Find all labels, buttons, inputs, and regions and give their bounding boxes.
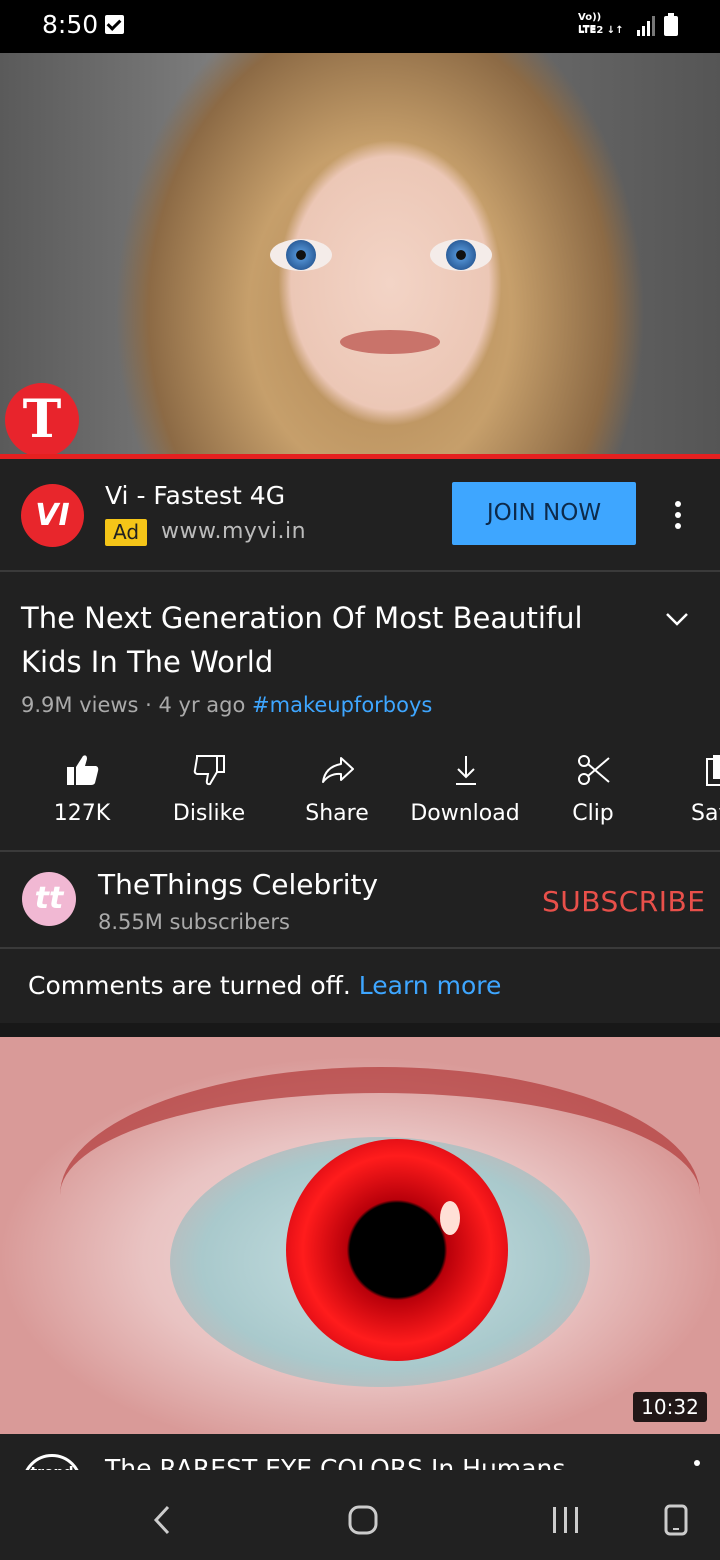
lte2-indicator: LTE2 ↓↑	[578, 25, 624, 36]
like-button[interactable]: 127K	[18, 745, 146, 850]
video-meta: 9.9M views · 4 yr ago #makeupforboys	[21, 693, 432, 717]
dislike-label: Dislike	[172, 801, 246, 826]
share-icon	[322, 757, 354, 783]
ad-logo: VI	[21, 484, 84, 547]
ad-banner[interactable]: VI Vi - Fastest 4G Ad www.myvi.in JOIN N…	[0, 459, 720, 572]
battery-icon	[664, 13, 678, 36]
save-button[interactable]: Sav	[657, 745, 720, 850]
download-button[interactable]: Download	[401, 745, 529, 850]
download-label: Download	[410, 801, 520, 826]
download-icon	[456, 756, 476, 785]
video-frame-eye-right	[430, 239, 492, 271]
subscriber-count: 8.55M subscribers	[98, 910, 290, 934]
dislike-icon	[193, 755, 225, 786]
video-frame-lips	[340, 330, 440, 354]
subscribe-button[interactable]: SUBSCRIBE	[542, 885, 705, 918]
thumbnail-iris	[286, 1139, 508, 1361]
video-frame-eye-left	[270, 239, 332, 271]
video-title[interactable]: The Next Generation Of Most Beautiful Ki…	[21, 596, 631, 684]
clip-label: Clip	[572, 801, 614, 826]
ad-title[interactable]: Vi - Fastest 4G	[105, 481, 285, 510]
video-duration-badge: 10:32	[633, 1392, 707, 1422]
join-now-button[interactable]: JOIN NOW	[452, 482, 636, 545]
views-and-age: 9.9M views · 4 yr ago	[21, 693, 246, 717]
more-options-icon[interactable]	[694, 1460, 700, 1466]
like-icon	[67, 755, 99, 785]
next-video-channel-avatar[interactable]: trend	[22, 1454, 82, 1470]
comments-disabled-text: Comments are turned off. Learn more	[28, 971, 502, 1000]
status-time: 8:50	[42, 10, 99, 39]
channel-row[interactable]: tt TheThings Celebrity 8.55M subscribers…	[0, 852, 720, 947]
channel-name[interactable]: TheThings Celebrity	[98, 868, 378, 901]
status-bar: 8:50 Vo)) LTE LTE2 ↓↑	[0, 0, 720, 53]
system-navigation-bar	[0, 1470, 720, 1560]
next-video-thumbnail[interactable]	[0, 1037, 720, 1434]
ad-badge: Ad	[105, 519, 147, 546]
signal-icon	[637, 16, 655, 36]
thumbnail-glint	[440, 1201, 460, 1235]
clip-button[interactable]: Clip	[529, 745, 657, 850]
back-icon[interactable]	[150, 1505, 174, 1535]
dislike-button[interactable]: Dislike	[145, 745, 273, 850]
share-label: Share	[305, 801, 369, 826]
video-player[interactable]	[0, 53, 720, 455]
chevron-down-icon[interactable]	[663, 605, 691, 633]
channel-avatar[interactable]: tt	[22, 872, 76, 926]
home-icon[interactable]	[348, 1505, 378, 1535]
next-video-title[interactable]: The RAREST EYE COLORS In Humans	[105, 1454, 565, 1470]
clip-icon	[578, 755, 610, 785]
hashtag-link[interactable]: #makeupforboys	[252, 693, 432, 717]
channel-watermark-logo[interactable]: T	[5, 383, 79, 457]
comments-section: Comments are turned off. Learn more	[0, 949, 720, 1023]
learn-more-link[interactable]: Learn more	[359, 971, 502, 1000]
ad-url[interactable]: www.myvi.in	[161, 519, 306, 544]
save-label: Sav	[691, 801, 720, 826]
checkbox-notification-icon	[105, 15, 124, 34]
screen-orientation-icon[interactable]	[664, 1504, 688, 1536]
next-video-info[interactable]: trend The RAREST EYE COLORS In Humans	[0, 1434, 720, 1470]
section-gap	[0, 1023, 720, 1037]
recent-apps-icon[interactable]	[551, 1507, 581, 1533]
save-icon	[706, 755, 720, 786]
like-count: 127K	[53, 801, 111, 826]
share-button[interactable]: Share	[273, 745, 401, 850]
ad-more-options-icon[interactable]	[664, 497, 692, 533]
action-bar: 127K Dislike Share Download Clip Sa	[0, 745, 720, 850]
